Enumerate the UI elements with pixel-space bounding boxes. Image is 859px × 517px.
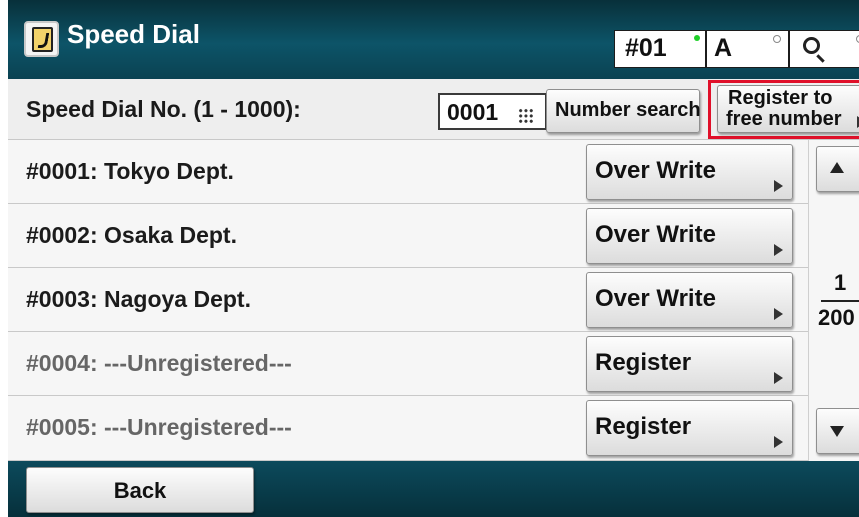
scroll-down-button[interactable] bbox=[816, 408, 859, 454]
register-to-free-number-button[interactable]: Register to free number bbox=[717, 85, 859, 133]
speed-dial-number-label: Speed Dial No. (1 - 1000): bbox=[26, 96, 301, 122]
list-item: #0004: ---Unregistered--- Register bbox=[8, 332, 808, 396]
speed-dial-number-value: 0001 bbox=[447, 99, 499, 125]
back-button[interactable]: Back bbox=[26, 467, 254, 513]
number-search-button[interactable]: Number search bbox=[546, 89, 701, 133]
keypad-icon[interactable] bbox=[518, 108, 534, 124]
arrow-right-icon bbox=[774, 372, 783, 384]
arrow-down-icon bbox=[830, 426, 844, 437]
arrow-right-icon bbox=[774, 180, 783, 192]
register-button[interactable]: Register bbox=[586, 400, 793, 456]
scroll-up-button[interactable] bbox=[816, 146, 859, 192]
back-label: Back bbox=[113, 478, 167, 503]
entry-label: #0001: Tokyo Dept. bbox=[26, 158, 234, 184]
arrow-up-icon bbox=[830, 162, 844, 173]
active-status-dot-icon bbox=[694, 35, 700, 41]
list-item: #0005: ---Unregistered--- Register bbox=[8, 396, 808, 461]
over-write-label: Over Write bbox=[595, 221, 716, 248]
job-number-indicator[interactable]: #01 bbox=[614, 30, 706, 68]
over-write-button[interactable]: Over Write bbox=[586, 144, 793, 200]
footer-bar: Back bbox=[8, 461, 859, 517]
entry-label: #0005: ---Unregistered--- bbox=[26, 414, 292, 440]
speed-dial-app-icon bbox=[24, 21, 59, 57]
entry-label: #0003: Nagoya Dept. bbox=[26, 286, 251, 312]
over-write-button[interactable]: Over Write bbox=[586, 272, 793, 328]
speed-dial-number-bar: Speed Dial No. (1 - 1000): 0001 Number s… bbox=[8, 79, 859, 140]
entry-label: #0004: ---Unregistered--- bbox=[26, 350, 292, 376]
status-ring-icon bbox=[773, 35, 781, 43]
register-free-label-line2: free number bbox=[726, 108, 842, 130]
search-button[interactable] bbox=[789, 30, 859, 68]
entry-label: #0002: Osaka Dept. bbox=[26, 222, 237, 248]
pager-column: 1 200 bbox=[808, 140, 859, 461]
list-item: #0003: Nagoya Dept. Over Write bbox=[8, 268, 808, 332]
input-mode-indicator[interactable]: A bbox=[706, 30, 789, 68]
register-label: Register bbox=[595, 349, 692, 376]
current-page: 1 bbox=[834, 270, 847, 295]
arrow-right-icon bbox=[774, 436, 783, 448]
speed-dial-number-input[interactable]: 0001 bbox=[438, 93, 547, 130]
arrow-right-icon bbox=[774, 308, 783, 320]
input-mode-text: A bbox=[714, 34, 733, 62]
list-item: #0001: Tokyo Dept. Over Write bbox=[8, 140, 808, 204]
arrow-right-icon bbox=[774, 244, 783, 256]
job-number-text: #01 bbox=[625, 34, 667, 62]
page-title: Speed Dial bbox=[67, 19, 200, 49]
over-write-label: Over Write bbox=[595, 285, 716, 312]
over-write-label: Over Write bbox=[595, 157, 716, 184]
over-write-button[interactable]: Over Write bbox=[586, 208, 793, 264]
page-divider bbox=[821, 300, 859, 302]
register-button[interactable]: Register bbox=[586, 336, 793, 392]
search-icon bbox=[803, 37, 820, 54]
title-bar: Speed Dial #01 A bbox=[8, 0, 859, 79]
register-label: Register bbox=[595, 413, 692, 440]
number-search-label: Number search bbox=[555, 99, 701, 121]
register-free-label-line1: Register to bbox=[728, 87, 833, 109]
total-pages: 200 bbox=[818, 305, 855, 330]
list-item: #0002: Osaka Dept. Over Write bbox=[8, 204, 808, 268]
